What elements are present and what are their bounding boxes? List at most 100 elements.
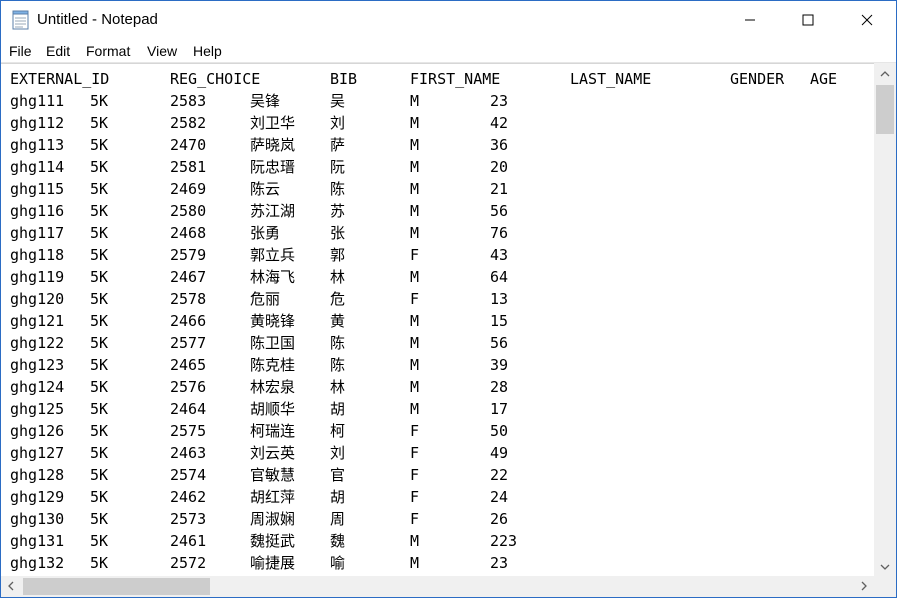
text-cell: M [410, 224, 420, 242]
text-cell: 陈 [330, 180, 346, 198]
close-icon [861, 14, 873, 26]
text-cell: ghg121 [10, 312, 65, 330]
text-cell: 胡 [330, 488, 346, 506]
text-cell: 2464 [170, 400, 207, 418]
text-cell: ghg127 [10, 444, 65, 462]
text-cell: 喻捷展 [250, 554, 296, 572]
header-cell: FIRST_NAME [410, 70, 501, 88]
text-cell: 萨晓岚 [250, 136, 296, 154]
text-cell: 5K [90, 488, 109, 506]
scroll-left-icon [8, 578, 14, 596]
text-cell: 林宏泉 [250, 378, 296, 396]
text-cell: 5K [90, 466, 109, 484]
text-cell: 26 [490, 510, 509, 528]
scroll-left-button[interactable] [1, 576, 21, 597]
text-cell: M [410, 334, 420, 352]
notepad-window: Untitled - Notepad File Edit Format View… [0, 0, 897, 598]
vertical-scrollbar[interactable] [874, 63, 896, 576]
text-cell: 2468 [170, 224, 207, 242]
text-cell: 柯 [330, 422, 346, 440]
text-cell: 刘 [330, 444, 346, 462]
text-cell: M [410, 312, 420, 330]
text-cell: ghg120 [10, 290, 65, 308]
text-cell: ghg132 [10, 554, 65, 572]
text-cell: F [410, 444, 420, 462]
text-cell: 2469 [170, 180, 207, 198]
text-cell: 15 [490, 312, 509, 330]
title-bar[interactable]: Untitled - Notepad [1, 1, 896, 39]
minimize-button[interactable] [721, 1, 779, 39]
text-cell: M [410, 202, 420, 220]
text-cell: F [410, 422, 420, 440]
text-cell: 陈 [330, 356, 346, 374]
close-button[interactable] [838, 1, 896, 39]
text-cell: 23 [490, 92, 509, 110]
text-cell: 周 [330, 510, 346, 528]
text-cell: 22 [490, 466, 509, 484]
text-cell: 吴 [330, 92, 346, 110]
menu-file[interactable]: File [9, 43, 32, 59]
text-cell: M [410, 378, 420, 396]
text-cell: 2576 [170, 378, 207, 396]
text-cell: 张 [330, 224, 346, 242]
header-cell: EXTERNAL_ID [10, 70, 110, 88]
text-cell: 2582 [170, 114, 207, 132]
text-cell: 黄晓锋 [250, 312, 296, 330]
text-cell: 郭立兵 [250, 246, 296, 264]
text-editor[interactable]: EXTERNAL_ID REG_CHOICE BIB FIRST_NAME LAST_N… [1, 63, 874, 576]
scroll-up-button[interactable] [874, 63, 896, 83]
text-cell: 2581 [170, 158, 207, 176]
horizontal-scrollbar[interactable] [1, 576, 874, 597]
menu-help[interactable]: Help [193, 43, 222, 59]
text-cell: 2583 [170, 92, 207, 110]
text-cell: 2580 [170, 202, 207, 220]
text-cell: ghg115 [10, 180, 65, 198]
menu-view[interactable]: View [147, 43, 177, 59]
text-cell: 官 [330, 466, 346, 484]
scroll-right-button[interactable] [854, 576, 874, 597]
text-cell: 2575 [170, 422, 207, 440]
menu-edit[interactable]: Edit [46, 43, 70, 59]
text-cell: ghg123 [10, 356, 65, 374]
maximize-button[interactable] [779, 1, 837, 39]
text-cell: 刘 [330, 114, 346, 132]
text-cell: ghg125 [10, 400, 65, 418]
horizontal-scroll-thumb[interactable] [23, 578, 210, 595]
text-cell: 萨 [330, 136, 346, 154]
text-cell: 胡红萍 [250, 488, 296, 506]
text-cell: ghg130 [10, 510, 65, 528]
text-cell: 5K [90, 180, 109, 198]
menu-format[interactable]: Format [86, 43, 130, 59]
scroll-down-button[interactable] [874, 556, 896, 576]
text-cell: 5K [90, 532, 109, 550]
text-cell: 胡 [330, 400, 346, 418]
text-cell: 2466 [170, 312, 207, 330]
text-cell: 5K [90, 312, 109, 330]
text-cell: M [410, 268, 420, 286]
text-cell: 5K [90, 554, 109, 572]
text-cell: 官敏慧 [250, 466, 296, 484]
vertical-scroll-thumb[interactable] [876, 85, 894, 134]
text-cell: 76 [490, 224, 509, 242]
text-cell: 2577 [170, 334, 207, 352]
notepad-app-icon[interactable] [11, 10, 31, 30]
text-cell: 43 [490, 246, 509, 264]
text-cell: 20 [490, 158, 509, 176]
text-cell: 危 [330, 290, 346, 308]
text-cell: 223 [490, 532, 518, 550]
text-cell: 5K [90, 224, 109, 242]
text-cell: ghg122 [10, 334, 65, 352]
text-cell: 林海飞 [250, 268, 296, 286]
header-cell: GENDER [730, 70, 785, 88]
text-cell: 36 [490, 136, 509, 154]
text-cell: 2579 [170, 246, 207, 264]
scroll-down-icon [880, 557, 890, 575]
text-cell: 5K [90, 290, 109, 308]
text-cell: ghg124 [10, 378, 65, 396]
header-cell: REG_CHOICE [170, 70, 261, 88]
text-cell: M [410, 532, 420, 550]
text-cell: 2462 [170, 488, 207, 506]
text-cell: 2573 [170, 510, 207, 528]
minimize-icon [744, 14, 756, 26]
text-cell: 阮忠瑨 [250, 158, 296, 176]
